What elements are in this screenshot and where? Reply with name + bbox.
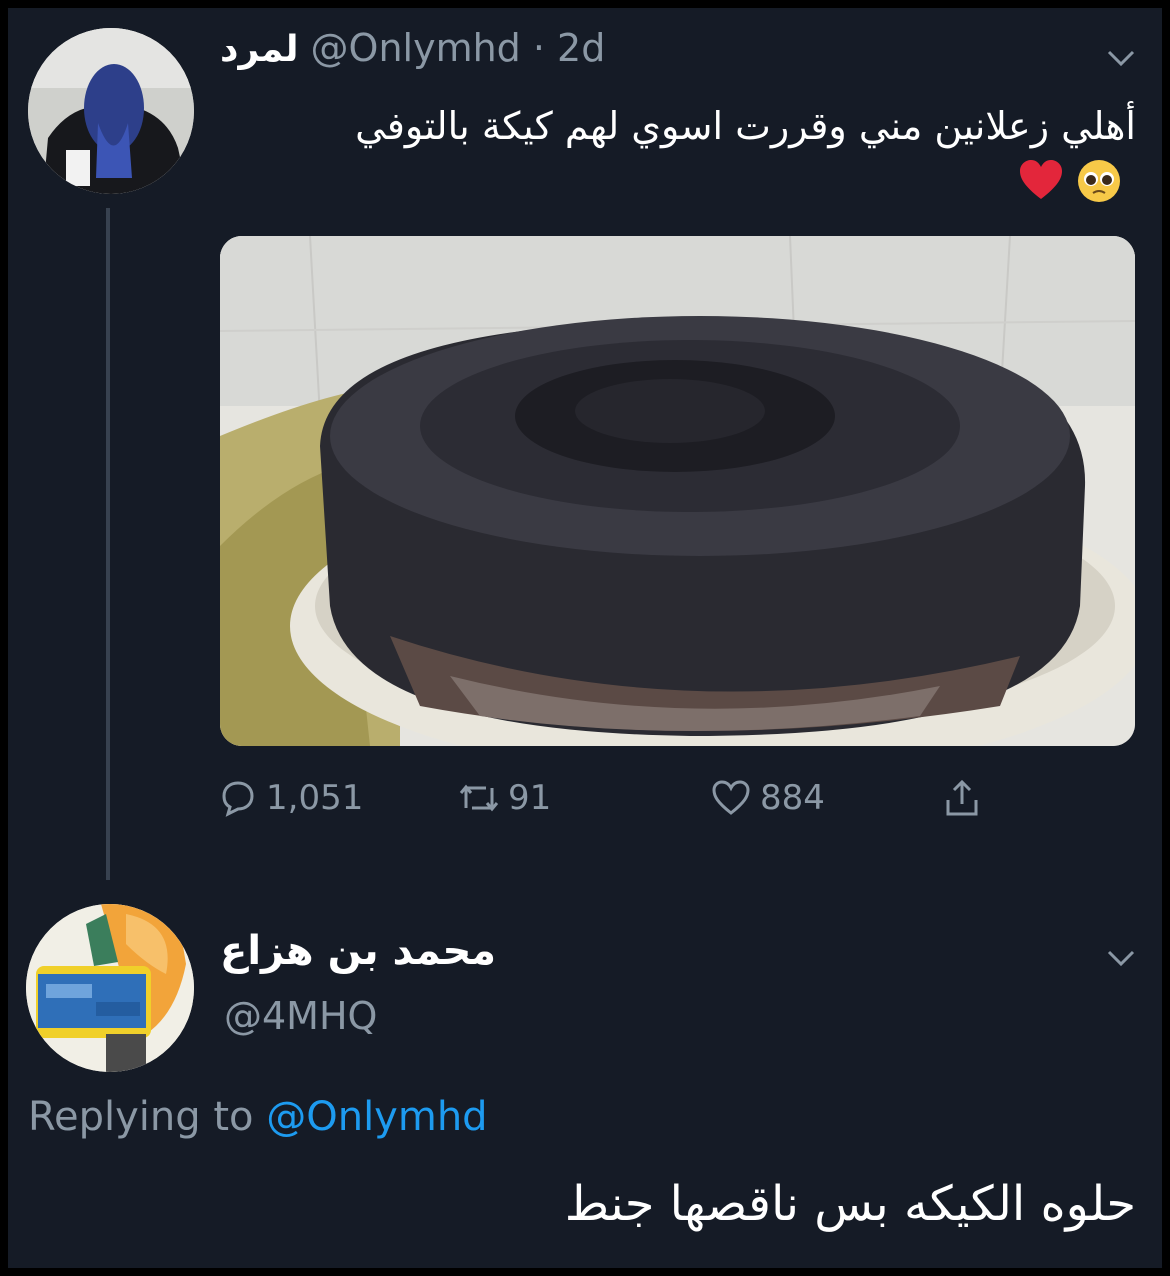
replying-to-line: Replying to @Onlymhd: [28, 1094, 488, 1140]
reply-text: حلوه الكيكه بس ناقصها جنط: [564, 1176, 1136, 1232]
retweet-icon: [459, 784, 499, 812]
heart-icon: [712, 780, 750, 815]
reply-action[interactable]: 1,051: [218, 778, 363, 818]
share-action[interactable]: [942, 778, 982, 818]
like-action[interactable]: 884: [710, 778, 825, 818]
display-name[interactable]: محمد بن هزاع: [220, 928, 520, 974]
chevron-down-icon[interactable]: [1101, 38, 1141, 78]
handle[interactable]: @4MHQ: [224, 994, 377, 1038]
pleading-face-icon: [1078, 160, 1120, 202]
tweet-header: لمرد @Onlymhd · 2d: [220, 26, 605, 86]
chevron-down-icon[interactable]: [1101, 938, 1141, 978]
red-heart-icon: [1020, 160, 1062, 199]
avatar[interactable]: [28, 28, 194, 194]
handle-and-time[interactable]: @Onlymhd · 2d: [311, 26, 606, 70]
tweet-text: أهلي زعلانين مني وقررت اسوي لهم كيكة بال…: [355, 104, 1136, 148]
replying-prefix: Replying to: [28, 1094, 254, 1140]
like-count: 884: [760, 778, 825, 818]
reply-count: 1,051: [266, 778, 364, 818]
retweet-count: 91: [508, 778, 552, 818]
avatar[interactable]: [26, 904, 194, 1072]
mention-link[interactable]: @Onlymhd: [266, 1094, 487, 1140]
display-name[interactable]: لمرد: [220, 29, 299, 70]
retweet-action[interactable]: 91: [458, 778, 551, 818]
share-icon: [946, 779, 978, 816]
tweet-emojis: [1018, 158, 1122, 204]
tweet-photo[interactable]: [220, 236, 1135, 746]
tweet-actions: 1,051 91 884: [8, 778, 1162, 828]
tweet-thread: لمرد @Onlymhd · 2d أهلي زعلانين مني وقرر…: [8, 8, 1162, 1268]
speech-bubble-icon: [222, 781, 254, 817]
